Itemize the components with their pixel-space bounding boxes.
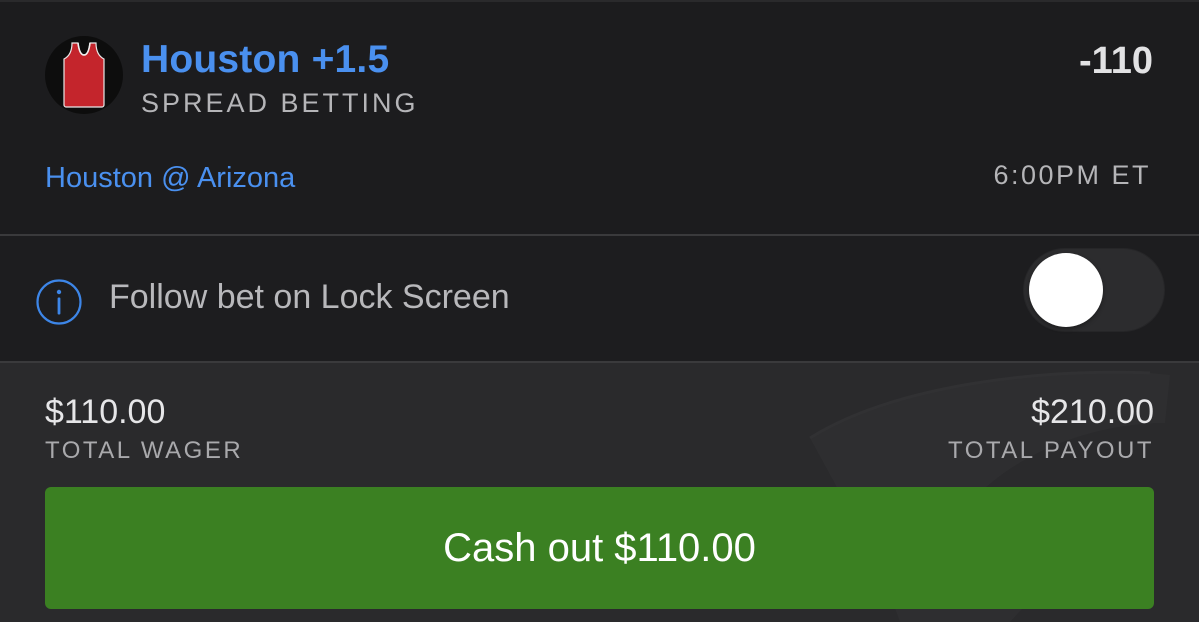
total-payout-amount: $210.00: [1031, 393, 1154, 431]
total-wager-amount: $110.00: [45, 393, 166, 431]
total-wager-label: TOTAL WAGER: [45, 437, 244, 464]
info-icon[interactable]: [35, 278, 83, 326]
bet-summary: $110.00 TOTAL WAGER $210.00 TOTAL PAYOUT…: [0, 363, 1199, 622]
lock-screen-toggle[interactable]: [1023, 248, 1165, 332]
bet-title: Houston +1.5: [141, 38, 390, 81]
toggle-knob: [1029, 253, 1103, 327]
team-avatar: [45, 36, 123, 114]
top-border: [0, 0, 1199, 2]
follow-bet-row: Follow bet on Lock Screen: [0, 236, 1199, 361]
bet-header: Houston +1.5 SPREAD BETTING -110 Houston…: [0, 0, 1199, 234]
game-time: 6:00PM ET: [993, 160, 1151, 190]
basketball-jersey-icon: [63, 42, 105, 108]
bet-odds: -110: [1079, 40, 1153, 82]
bet-card: Houston +1.5 SPREAD BETTING -110 Houston…: [0, 0, 1199, 622]
matchup-link[interactable]: Houston @ Arizona: [45, 162, 295, 195]
bet-type-label: SPREAD BETTING: [141, 88, 419, 118]
follow-bet-label: Follow bet on Lock Screen: [109, 278, 510, 316]
cash-out-button[interactable]: Cash out $110.00: [45, 487, 1154, 609]
total-payout-label: TOTAL PAYOUT: [947, 437, 1154, 464]
